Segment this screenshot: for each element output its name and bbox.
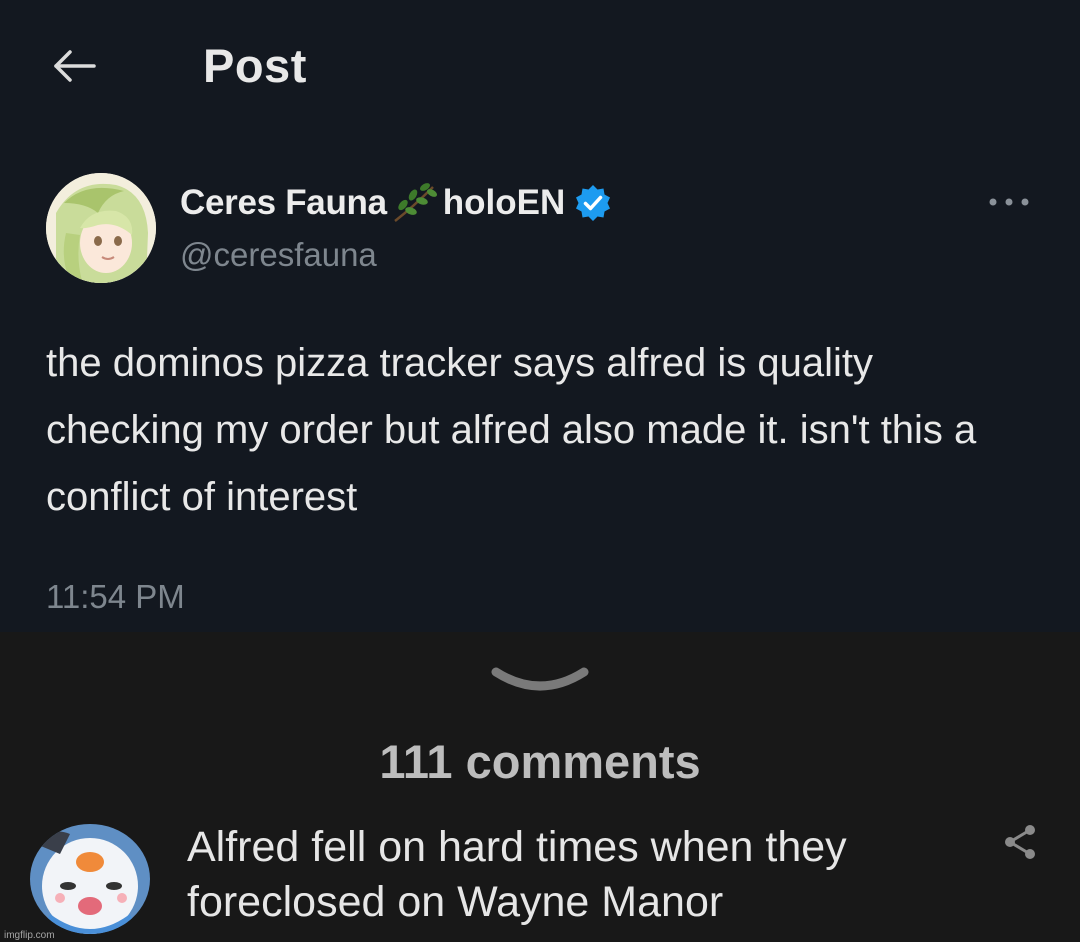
more-options-button[interactable] (986, 192, 1032, 212)
tweet-panel: Post Ceres Fauna holoEN @ceresfauna the … (0, 0, 1080, 632)
back-button[interactable] (50, 46, 98, 86)
share-icon (1005, 825, 1035, 859)
author-display-name: Ceres Fauna (180, 183, 387, 222)
verified-badge-icon (576, 185, 611, 221)
tweet-text: the dominos pizza tracker says alfred is… (46, 341, 977, 519)
author-avatar[interactable] (46, 173, 156, 283)
author-org-name: holoEN (442, 183, 566, 222)
herb-icon (394, 183, 437, 222)
arrow-left-icon (54, 50, 96, 82)
watermark: imgflip.com (4, 930, 55, 941)
comment-text: Alfred fell on hard times when they fore… (187, 823, 847, 926)
tweet-timestamp: 11:54 PM (46, 578, 185, 615)
commenter-avatar[interactable] (30, 824, 150, 934)
expand-button[interactable] (488, 662, 592, 698)
author-name-row[interactable]: Ceres Fauna holoEN (180, 180, 613, 226)
share-button[interactable] (1000, 822, 1040, 862)
author-handle[interactable]: @ceresfauna (180, 236, 377, 274)
chevron-down-icon (491, 667, 589, 691)
more-horizontal-icon (989, 198, 1029, 206)
comment-panel: 111 comments Alfred fell on hard times w… (0, 632, 1080, 942)
author-avatar-image (46, 173, 156, 283)
page-title: Post (203, 39, 307, 92)
comments-count: 111 comments (379, 735, 701, 788)
commenter-avatar-image (30, 824, 150, 934)
